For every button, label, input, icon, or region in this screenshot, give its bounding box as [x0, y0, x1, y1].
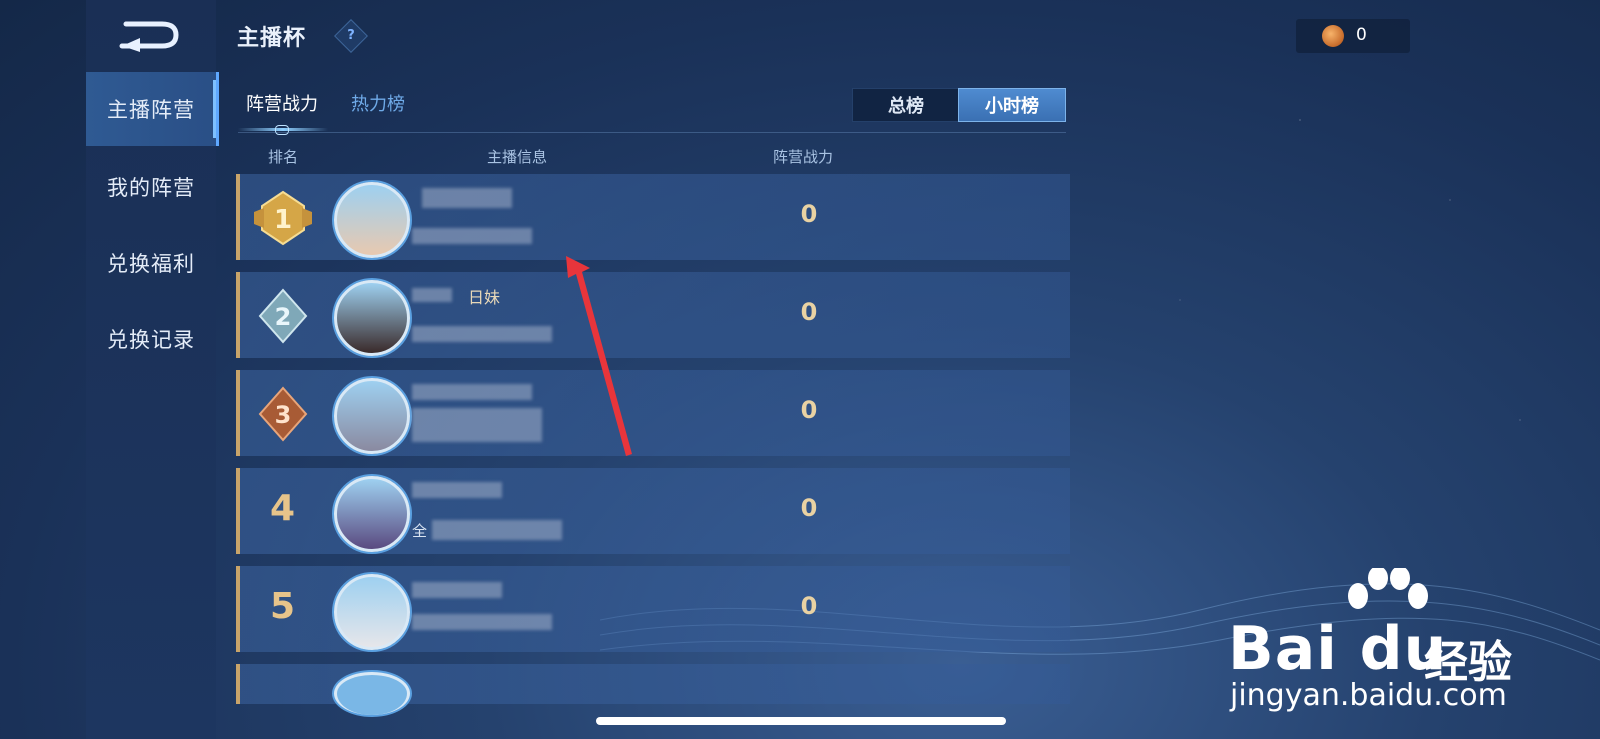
column-header-rank: 排名 [268, 148, 299, 166]
avatar[interactable] [334, 574, 410, 650]
table-row[interactable]: 5 0 [236, 566, 1070, 652]
page-title: 主播杯 [237, 26, 307, 51]
table-row[interactable]: 4 全 0 [236, 468, 1070, 554]
column-header-streamer-info: 主播信息 [487, 148, 548, 166]
rank-number: 4 [270, 488, 296, 529]
rank-badge-number: 2 [275, 303, 292, 331]
streamer-info [412, 182, 592, 252]
question-icon: ? [347, 28, 355, 43]
column-header-camp-power: 阵营战力 [773, 148, 834, 166]
back-arrow-icon[interactable] [118, 18, 182, 52]
rank-number: 5 [270, 586, 296, 627]
avatar[interactable] [334, 672, 410, 715]
avatar[interactable] [334, 280, 410, 356]
sidebar-item-redeem-benefits[interactable]: 兑换福利 [86, 226, 216, 300]
total-rank-toggle[interactable]: 总榜 [852, 88, 960, 122]
camp-power-value: 0 [800, 494, 818, 522]
avatar[interactable] [334, 378, 410, 454]
table-row[interactable]: 1 0 [236, 174, 1070, 260]
rank-2-silver-badge-icon: 2 [258, 288, 308, 344]
rank-3-bronze-badge-icon: 3 [258, 386, 308, 442]
table-row[interactable] [236, 664, 1070, 715]
tab-heat-rank[interactable]: 热力榜 [351, 90, 405, 116]
rank-badge-number: 3 [275, 401, 292, 429]
avatar[interactable] [334, 476, 410, 552]
tab-divider [238, 132, 1066, 133]
sidebar-item-label: 兑换福利 [107, 252, 195, 276]
rank-1-gold-badge-icon: 1 [254, 190, 312, 246]
sidebar-item-label: 主播阵营 [107, 98, 195, 122]
streamer-subtitle: 全 [412, 522, 428, 540]
streamer-info: 全 [412, 476, 592, 546]
coin-icon [1322, 25, 1344, 47]
baidu-jingyan-watermark: Bai du 经验 jingyan.baidu.com [1228, 568, 1538, 713]
camp-power-value: 0 [800, 298, 818, 326]
baidu-url: jingyan.baidu.com [1230, 678, 1507, 713]
sidebar-item-label: 兑换记录 [107, 328, 195, 352]
camp-power-value: 0 [800, 592, 818, 620]
currency-display: 0 [1296, 19, 1410, 53]
streamer-info [412, 574, 592, 644]
annotation-arrow [566, 256, 632, 456]
streamer-name: 日妹 [468, 288, 501, 307]
sidebar-item-redeem-records[interactable]: 兑换记录 [86, 302, 216, 376]
baidu-brand: Bai du [1228, 614, 1448, 684]
avatar[interactable] [334, 182, 410, 258]
sidebar-item-streamer-camp[interactable]: 主播阵营 [86, 72, 219, 146]
active-tab-indicator-knot [275, 125, 289, 135]
rank-badge-number: 1 [274, 205, 292, 235]
hourly-rank-toggle[interactable]: 小时榜 [958, 88, 1066, 122]
sidebar-item-my-camp[interactable]: 我的阵营 [86, 150, 216, 224]
tab-camp-power[interactable]: 阵营战力 [246, 90, 318, 116]
home-indicator[interactable] [596, 717, 1006, 725]
sidebar-item-label: 我的阵营 [107, 176, 195, 200]
camp-power-value: 0 [800, 200, 818, 228]
currency-value: 0 [1356, 25, 1367, 45]
camp-power-value: 0 [800, 396, 818, 424]
